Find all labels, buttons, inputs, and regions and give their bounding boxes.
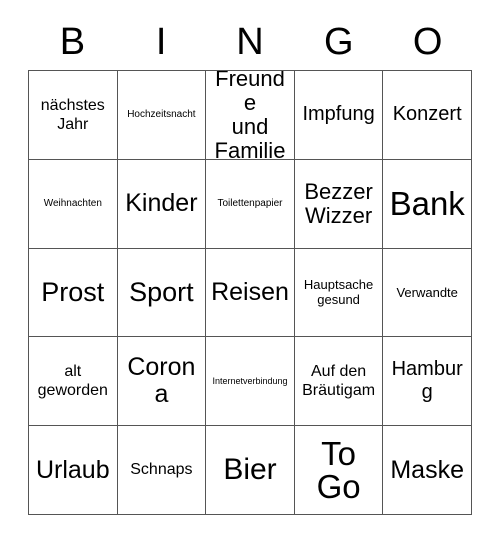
bingo-cell-b2[interactable]: Weihnachten: [29, 159, 118, 249]
bingo-cell-i3[interactable]: Sport: [117, 248, 207, 338]
header-letter-o: O: [412, 21, 443, 63]
bingo-cell-label: Auf den Bräutigam: [302, 363, 376, 400]
bingo-cell-label: Schnaps: [130, 461, 193, 479]
bingo-cell-n1[interactable]: Freunde und Familie: [206, 71, 295, 160]
bingo-cell-n3[interactable]: Reisen: [206, 248, 295, 338]
bingo-cell-label: Urlaub: [35, 455, 110, 484]
bingo-cell-o5[interactable]: Maske: [383, 426, 472, 515]
header-letter-g: G: [324, 21, 354, 63]
bingo-cell-b3[interactable]: Prost: [29, 248, 118, 338]
bingo-cell-label: Impfung: [302, 103, 375, 126]
bingo-header: B I N G O: [28, 14, 472, 70]
header-letter-i: I: [155, 21, 167, 63]
bingo-cell-g3[interactable]: Hauptsache gesund: [294, 248, 384, 338]
bingo-cell-label: Hochzeitsnacht: [127, 109, 196, 121]
bingo-cell-label: Prost: [41, 277, 105, 308]
bingo-cell-label: Bezzer Wizzer: [304, 178, 373, 228]
bingo-cell-g4[interactable]: Auf den Bräutigam: [294, 337, 384, 427]
bingo-cell-g2[interactable]: Bezzer Wizzer: [294, 159, 384, 249]
bingo-cell-b5[interactable]: Urlaub: [29, 426, 118, 515]
bingo-cell-label: alt geworden: [37, 363, 108, 400]
bingo-cell-o2[interactable]: Bank: [383, 159, 472, 249]
bingo-cell-b4[interactable]: alt geworden: [29, 337, 118, 427]
bingo-cell-i4[interactable]: Corona: [117, 337, 207, 427]
bingo-cell-o3[interactable]: Verwandte: [383, 248, 472, 338]
bingo-cell-label: Internetverbindung: [212, 376, 288, 387]
bingo-cell-label: Freunde und Familie: [214, 71, 286, 160]
bingo-cell-g5[interactable]: To Go: [294, 426, 384, 515]
bingo-cell-label: Hamburg: [391, 358, 463, 404]
bingo-cell-i5[interactable]: Schnaps: [117, 426, 207, 515]
bingo-cell-label: Weihnachten: [43, 197, 102, 209]
bingo-cell-label: nächstes Jahr: [40, 96, 105, 133]
bingo-cell-i2[interactable]: Kinder: [117, 159, 207, 249]
bingo-cell-label: Verwandte: [396, 284, 458, 300]
bingo-cell-n2[interactable]: Toilettenpapier: [206, 159, 295, 249]
bingo-cell-b1[interactable]: nächstes Jahr: [29, 71, 118, 160]
header-letter-b: B: [59, 21, 86, 63]
bingo-cell-label: Maske: [390, 455, 464, 484]
bingo-card: B I N G O nächstes Jahr Hochzeitsnacht F…: [28, 14, 472, 515]
bingo-cell-label: To Go: [316, 435, 361, 506]
bingo-cell-label: Bier: [223, 453, 277, 487]
bingo-cell-n4[interactable]: Internetverbindung: [206, 337, 295, 427]
bingo-cell-o4[interactable]: Hamburg: [383, 337, 472, 427]
bingo-cell-label: Corona: [127, 353, 196, 409]
bingo-cell-g1[interactable]: Impfung: [294, 71, 384, 160]
bingo-cell-o1[interactable]: Konzert: [383, 71, 472, 160]
bingo-cell-label: Reisen: [211, 277, 289, 306]
bingo-cell-label: Sport: [129, 277, 194, 308]
bingo-cell-label: Konzert: [392, 103, 462, 126]
header-letter-n: N: [236, 21, 264, 63]
bingo-cell-label: Bank: [389, 185, 465, 223]
bingo-cell-label: Kinder: [125, 189, 198, 218]
bingo-cell-label: Toilettenpapier: [217, 197, 283, 209]
bingo-cell-n5[interactable]: Bier: [206, 426, 295, 515]
bingo-cell-i1[interactable]: Hochzeitsnacht: [117, 71, 207, 160]
bingo-cell-label: Hauptsache gesund: [303, 276, 374, 308]
bingo-grid: nächstes Jahr Hochzeitsnacht Freunde und…: [28, 70, 472, 515]
